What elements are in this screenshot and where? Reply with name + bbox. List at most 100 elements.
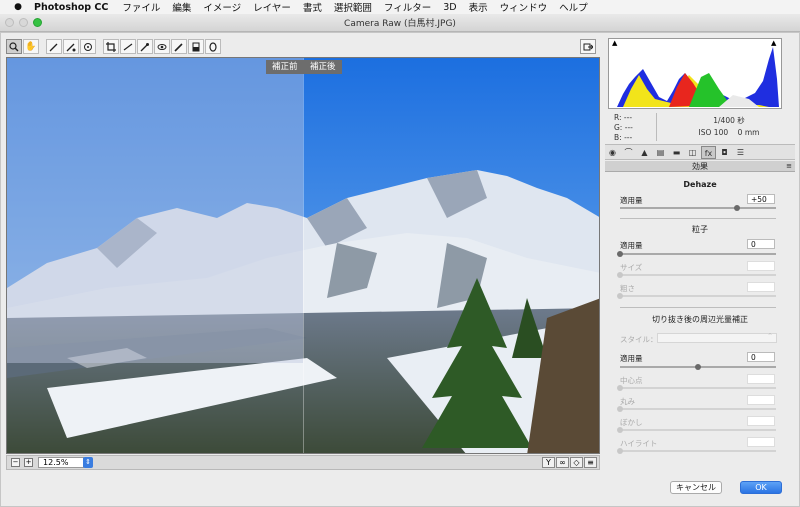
zoom-window-button[interactable] bbox=[33, 18, 42, 27]
vignette-roundness-label: 丸み bbox=[620, 397, 635, 406]
spot-removal-icon[interactable] bbox=[137, 39, 153, 54]
grain-title: 粒子 bbox=[692, 225, 708, 234]
zoom-level-select[interactable]: 12.5% ⇕ bbox=[38, 457, 93, 468]
effects-section-header: 効果 ≡ bbox=[605, 161, 795, 172]
copy-settings-icon[interactable]: ◇ bbox=[570, 457, 583, 468]
menu-filter[interactable]: フィルター bbox=[384, 0, 431, 14]
slider-thumb bbox=[617, 406, 623, 412]
grain-amount-slider[interactable] bbox=[617, 251, 776, 257]
vignette-midpoint-field bbox=[747, 374, 775, 384]
swap-settings-icon[interactable]: ∞ bbox=[556, 457, 569, 468]
grain-size-label: サイズ bbox=[620, 263, 643, 272]
shutter-speed: 1/400 秒 bbox=[713, 116, 745, 125]
zoom-out-button[interactable]: − bbox=[11, 458, 20, 467]
dehaze-amount-slider[interactable] bbox=[620, 205, 776, 211]
vignette-style-select bbox=[657, 332, 777, 343]
menu-view[interactable]: 表示 bbox=[469, 0, 488, 14]
menu-3d[interactable]: 3D bbox=[443, 2, 456, 13]
grain-amount-field[interactable]: 0 bbox=[747, 239, 775, 249]
info-divider bbox=[656, 113, 657, 141]
slider-thumb bbox=[617, 385, 623, 391]
iso-focal-length: ISO 100 0 mm bbox=[698, 128, 760, 137]
r-value: --- bbox=[623, 113, 633, 122]
dehaze-amount-field[interactable]: +50 bbox=[747, 194, 775, 204]
rgb-readout: R: --- G: --- B: --- bbox=[614, 113, 633, 143]
open-preferences-button[interactable] bbox=[580, 39, 596, 54]
color-sampler-icon[interactable] bbox=[63, 39, 79, 54]
tool-bar: ✋ bbox=[6, 37, 600, 56]
histogram: ▲ ▲ bbox=[608, 38, 782, 109]
g-label: G: bbox=[614, 123, 623, 132]
vignette-title: 切り抜き後の周辺光量補正 bbox=[652, 315, 748, 324]
grain-roughness-slider bbox=[617, 293, 776, 299]
straighten-icon[interactable] bbox=[120, 39, 136, 54]
vignette-amount-field[interactable]: 0 bbox=[747, 352, 775, 362]
highlight-clipping-icon[interactable]: ▲ bbox=[771, 39, 781, 47]
adjustment-brush-icon[interactable] bbox=[171, 39, 187, 54]
shadow-clipping-icon[interactable]: ▲ bbox=[612, 39, 622, 47]
menu-image[interactable]: イメージ bbox=[203, 0, 241, 14]
preview-status-bar: − + 12.5% ⇕ Y ∞ ◇ ≡ bbox=[6, 455, 600, 470]
zoom-in-button[interactable]: + bbox=[24, 458, 33, 467]
r-label: R: bbox=[614, 113, 622, 122]
radial-filter-icon[interactable] bbox=[205, 39, 221, 54]
menu-window[interactable]: ウィンドウ bbox=[500, 0, 548, 14]
ok-button[interactable]: OK bbox=[740, 481, 782, 494]
divider bbox=[620, 307, 776, 308]
slider-thumb[interactable] bbox=[695, 364, 701, 370]
slider-thumb[interactable] bbox=[617, 251, 623, 257]
close-window-button[interactable] bbox=[5, 18, 14, 27]
before-preview-half bbox=[7, 58, 303, 363]
target-adjust-icon[interactable] bbox=[80, 39, 96, 54]
menu-help[interactable]: ヘルプ bbox=[559, 0, 588, 14]
b-label: B: bbox=[614, 133, 622, 142]
grain-amount-label: 適用量 bbox=[620, 241, 643, 250]
menu-type[interactable]: 書式 bbox=[303, 0, 322, 14]
before-after-toggle-icon[interactable]: Y bbox=[542, 457, 555, 468]
presets-tab-icon[interactable]: ☰ bbox=[733, 146, 748, 159]
slider-thumb bbox=[617, 272, 623, 278]
vignette-feather-label: ぼかし bbox=[620, 418, 643, 427]
grain-size-slider bbox=[617, 272, 776, 278]
vignette-highlights-field bbox=[747, 437, 775, 447]
dehaze-amount-label: 適用量 bbox=[620, 196, 643, 205]
vignette-roundness-field bbox=[747, 395, 775, 405]
camera-info: 1/400 秒 ISO 100 0 mm bbox=[674, 115, 784, 139]
slider-thumb bbox=[617, 293, 623, 299]
vignette-highlights-slider bbox=[617, 448, 776, 454]
slider-thumb[interactable] bbox=[734, 205, 740, 211]
vignette-feather-slider bbox=[617, 427, 776, 433]
detail-tab-icon[interactable]: ▲ bbox=[637, 146, 652, 159]
vignette-amount-label: 適用量 bbox=[620, 354, 643, 363]
camera-calibration-tab-icon[interactable]: ◘ bbox=[717, 146, 732, 159]
preview-preferences-icon[interactable]: ≡ bbox=[584, 457, 597, 468]
graduated-filter-icon[interactable] bbox=[188, 39, 204, 54]
slider-thumb bbox=[617, 448, 623, 454]
basic-tab-icon[interactable]: ◉ bbox=[605, 146, 620, 159]
menu-select[interactable]: 選択範囲 bbox=[334, 0, 372, 14]
lens-corrections-tab-icon[interactable]: ◫ bbox=[685, 146, 700, 159]
eyedropper-icon[interactable] bbox=[46, 39, 62, 54]
effects-tab-icon[interactable]: fx bbox=[701, 145, 716, 159]
apple-icon[interactable]: ● bbox=[10, 2, 26, 12]
view-mode-buttons: Y ∞ ◇ ≡ bbox=[542, 457, 597, 468]
red-eye-icon[interactable] bbox=[154, 39, 170, 54]
vignette-feather-field bbox=[747, 416, 775, 426]
crop-icon[interactable] bbox=[103, 39, 119, 54]
split-toning-tab-icon[interactable]: ▬ bbox=[669, 146, 684, 159]
panel-menu-icon[interactable]: ≡ bbox=[786, 161, 792, 172]
menu-edit[interactable]: 編集 bbox=[172, 0, 191, 14]
menu-app-name[interactable]: Photoshop CC bbox=[34, 2, 108, 13]
g-value: --- bbox=[624, 123, 633, 132]
menu-layer[interactable]: レイヤー bbox=[253, 0, 291, 14]
zoom-icon[interactable] bbox=[6, 39, 22, 54]
cancel-button[interactable]: キャンセル bbox=[670, 481, 722, 494]
hand-icon[interactable]: ✋ bbox=[23, 39, 39, 54]
hsl-tab-icon[interactable]: ▤ bbox=[653, 146, 668, 159]
menu-file[interactable]: ファイル bbox=[122, 0, 160, 14]
image-preview[interactable]: 補正前 補正後 bbox=[6, 57, 600, 454]
minimize-window-button[interactable] bbox=[19, 18, 28, 27]
window-controls bbox=[5, 18, 42, 27]
vignette-amount-slider[interactable] bbox=[620, 364, 776, 370]
tone-curve-tab-icon[interactable]: ⌒ bbox=[621, 146, 636, 159]
